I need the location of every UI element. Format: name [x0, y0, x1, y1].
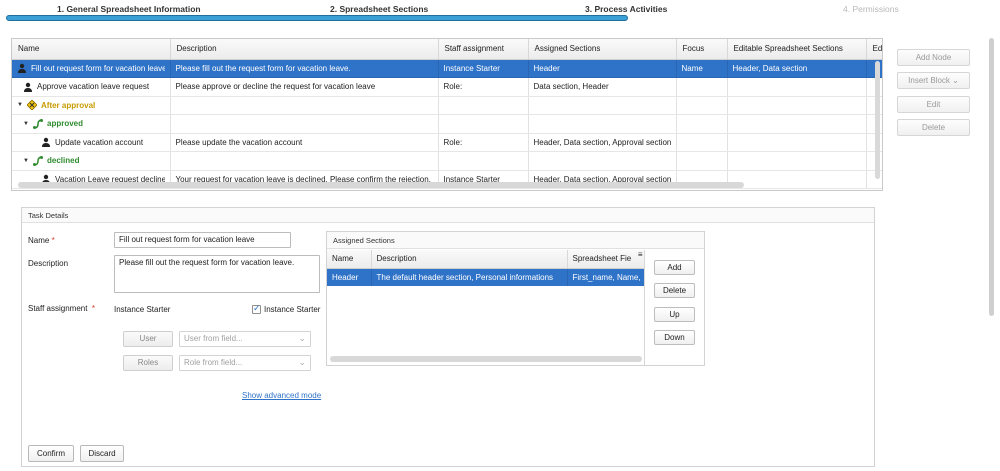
description-label: Description — [28, 259, 69, 268]
delete-section-button[interactable]: Delete — [654, 283, 695, 298]
staff-assignment-label: Staff assignment * — [28, 304, 96, 313]
task-details-panel: Task Details Name * Fill out request for… — [21, 207, 875, 467]
table-row[interactable]: Fill out request form for vacation leave… — [12, 59, 882, 78]
discard-button[interactable]: Discard — [80, 445, 124, 462]
col-editable[interactable]: Editable Spreadsheet Sections — [727, 39, 867, 60]
confirm-button[interactable]: Confirm — [28, 445, 74, 462]
col-description[interactable]: Description — [170, 39, 439, 60]
activity-grid: Name Description Staff assignment Assign… — [11, 38, 883, 191]
instance-starter-label: Instance Starter — [264, 305, 321, 314]
person-icon — [18, 64, 26, 74]
wizard-progress-bar — [6, 15, 628, 21]
add-node-button[interactable]: Add Node — [897, 49, 970, 66]
grid-horizontal-scrollbar[interactable] — [18, 182, 744, 188]
page-vertical-scrollbar[interactable] — [989, 38, 994, 316]
col-edi[interactable]: Edi — [866, 39, 882, 60]
wizard-steps: 1. General Spreadsheet Information 2. Sp… — [0, 0, 1000, 22]
move-up-button[interactable]: Up — [654, 307, 695, 322]
col-sections[interactable]: Assigned Sections — [528, 39, 677, 60]
description-textarea[interactable]: Please fill out the request form for vac… — [114, 255, 320, 293]
col-staff[interactable]: Staff assignment — [438, 39, 529, 60]
staff-assignment-value: Instance Starter — [114, 305, 171, 314]
sections-grid-header: Name Description Spreadsheet Fie ≡ — [327, 250, 644, 269]
table-row[interactable]: Approve vacation leave request Please ap… — [12, 77, 882, 97]
add-section-button[interactable]: Add — [654, 260, 695, 275]
wizard-step-activities[interactable]: 3. Process Activities — [585, 4, 667, 14]
col-focus[interactable]: Focus — [676, 39, 728, 60]
instance-starter-checkbox[interactable] — [252, 303, 261, 314]
expand-triangle-icon[interactable]: ▼ — [23, 158, 29, 164]
show-advanced-mode-link[interactable]: Show advanced mode — [242, 391, 321, 400]
name-label: Name * — [28, 236, 55, 245]
grid-header: Name Description Staff assignment Assign… — [12, 39, 882, 60]
assigned-sections-grid: Name Description Spreadsheet Fie ≡ Heade… — [327, 250, 645, 365]
person-icon — [42, 138, 50, 148]
task-details-title: Task Details — [22, 208, 874, 223]
assigned-sections-panel: Assigned Sections Name Description Sprea… — [326, 231, 705, 366]
table-row[interactable]: ▼ declined — [12, 151, 882, 171]
user-from-field-select[interactable]: User from field... ⌄ — [179, 331, 311, 347]
delete-node-button[interactable]: Delete — [897, 119, 970, 136]
insert-block-button[interactable]: Insert Block ⌄ — [897, 72, 970, 89]
move-down-button[interactable]: Down — [654, 330, 695, 345]
sec-col-description[interactable]: Description — [371, 250, 568, 269]
roles-button[interactable]: Roles — [123, 355, 173, 371]
chevron-down-icon: ⌄ — [298, 357, 306, 367]
sec-col-name[interactable]: Name — [327, 250, 372, 269]
expand-triangle-icon[interactable]: ▼ — [17, 102, 23, 108]
user-button[interactable]: User — [123, 331, 173, 347]
table-row[interactable]: Update vacation account Please update th… — [12, 133, 882, 152]
role-from-field-select[interactable]: Role from field... ⌄ — [179, 355, 311, 371]
expand-triangle-icon[interactable]: ▼ — [23, 121, 29, 127]
grid-vertical-scrollbar[interactable] — [875, 61, 880, 179]
branch-icon — [33, 155, 43, 166]
table-row[interactable]: Header The default header section, Perso… — [327, 268, 644, 286]
table-row[interactable]: ▼ approved — [12, 114, 882, 134]
column-menu-icon[interactable]: ≡ — [638, 250, 643, 259]
col-name[interactable]: Name — [12, 39, 171, 60]
name-input[interactable]: Fill out request form for vacation leave — [114, 232, 291, 248]
wizard-step-permissions: 4. Permissions — [843, 4, 899, 14]
assigned-sections-title: Assigned Sections — [327, 232, 704, 249]
sections-horizontal-scrollbar[interactable] — [330, 356, 642, 362]
branch-icon — [33, 118, 43, 129]
wizard-step-sections[interactable]: 2. Spreadsheet Sections — [330, 4, 428, 14]
table-row[interactable]: ▼ After approval — [12, 96, 882, 115]
chevron-down-icon: ⌄ — [298, 333, 306, 343]
edit-button[interactable]: Edit — [897, 96, 970, 113]
person-icon — [24, 82, 32, 92]
gateway-diamond-icon — [27, 100, 37, 111]
sec-col-fields[interactable]: Spreadsheet Fie ≡ — [567, 250, 644, 269]
wizard-step-general[interactable]: 1. General Spreadsheet Information — [57, 4, 201, 14]
